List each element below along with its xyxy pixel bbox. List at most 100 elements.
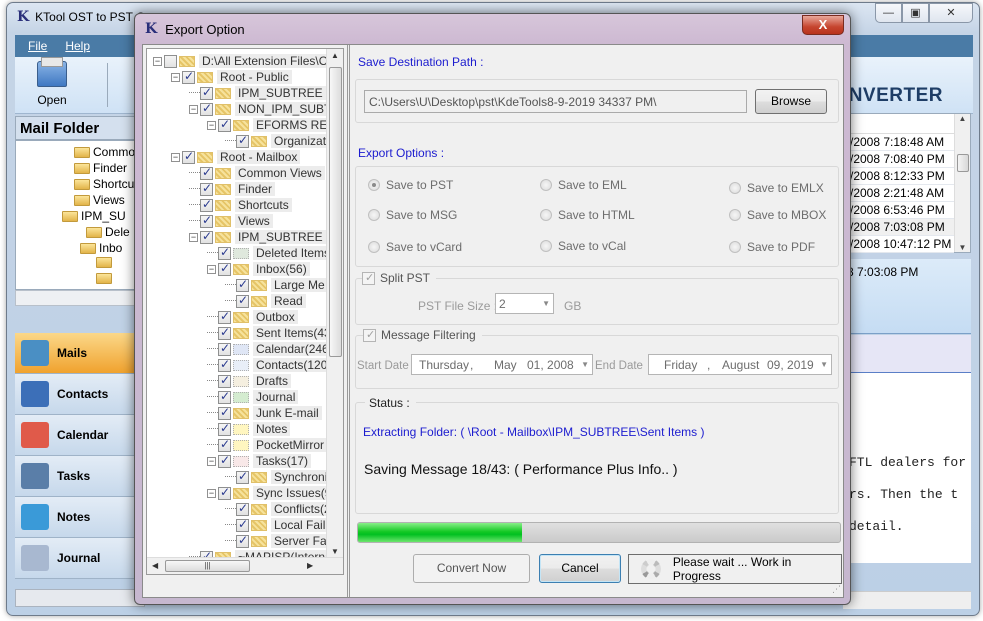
collapse-icon[interactable]: − [207,264,216,274]
scroll-right-icon[interactable]: ▶ [307,561,313,570]
tree-item[interactable]: Synchroni [225,469,331,485]
collapse-icon[interactable]: − [207,488,216,498]
collapse-icon[interactable]: − [153,56,162,66]
tree-item-checkbox[interactable] [218,325,231,340]
nav-item-contacts[interactable]: Contacts [15,374,145,415]
message-list-scrollbar[interactable]: ▲ ▼ [954,114,970,252]
tree-item[interactable]: − IPM_SUBTREE [189,229,326,245]
tree-item[interactable]: Read [225,293,306,309]
tree-item[interactable]: Notes [207,421,291,437]
tree-item-checkbox[interactable] [218,117,231,132]
tree-item-checkbox[interactable] [218,341,231,356]
scroll-up-icon[interactable]: ▲ [331,51,339,60]
tree-item[interactable]: Common Views [189,165,325,181]
tree-item-checkbox[interactable] [200,229,213,244]
tree-item-checkbox[interactable] [218,405,231,420]
tree-item-checkbox[interactable] [200,165,213,180]
message-row[interactable]: /2008 8:12:33 PM [844,168,954,185]
collapse-icon[interactable]: − [207,456,216,466]
tree-item[interactable]: − Tasks(17) [207,453,312,469]
tree-item[interactable]: Views [189,213,273,229]
export-option-pdf-radio[interactable]: Save to PDF [729,240,815,254]
tree-item[interactable]: Shortcuts [189,197,292,213]
tree-item-checkbox[interactable] [236,293,249,308]
tree-item-checkbox[interactable] [218,261,231,276]
tree-item-checkbox[interactable] [218,357,231,372]
folder-tree-item[interactable]: Views [74,193,125,207]
collapse-icon[interactable]: − [207,120,216,130]
tree-item-checkbox[interactable] [218,389,231,404]
tree-item[interactable]: Drafts [207,373,292,389]
export-option-mbox-radio[interactable]: Save to MBOX [729,208,826,222]
message-row[interactable]: /2008 10:47:12 PM [844,236,954,253]
tree-item[interactable]: Outbox [207,309,298,325]
scroll-thumb[interactable] [957,154,969,172]
menu-help[interactable]: Help [65,39,90,53]
export-option-emlx-radio[interactable]: Save to EMLX [729,181,824,195]
tree-item-checkbox[interactable] [164,54,177,68]
folder-tree-item[interactable]: IPM_SU [62,209,126,223]
collapse-icon[interactable]: − [171,152,180,162]
splitter[interactable] [347,45,350,597]
message-row[interactable]: /2008 6:53:46 PM [844,202,954,219]
scroll-down-icon[interactable]: ▼ [955,243,970,252]
tree-item-checkbox[interactable] [218,485,231,500]
folder-tree-item[interactable]: Common [74,145,142,159]
tree-item[interactable]: − D:\All Extension Files\OST [153,53,343,69]
export-option-eml-radio[interactable]: Save to EML [540,178,627,192]
open-button[interactable]: Open [27,57,77,107]
collapse-icon[interactable]: − [189,232,198,242]
message-row[interactable]: /2008 2:21:48 AM [844,185,954,202]
tree-item[interactable]: − NON_IPM_SUBT [189,101,335,117]
tree-item-checkbox[interactable] [200,213,213,228]
tree-item-checkbox[interactable] [182,149,195,164]
message-row[interactable]: /2008 7:03:08 PM [844,219,954,236]
maximize-button[interactable]: ▣ [902,3,929,23]
tree-item[interactable]: Sent Items(43 [207,325,334,341]
cancel-button[interactable]: Cancel [539,554,621,583]
folder-tree-item[interactable]: Inbo [80,241,122,255]
scroll-down-icon[interactable]: ▼ [331,547,339,556]
dialog-close-button[interactable]: X [802,15,844,35]
tree-item[interactable]: Contacts(120 [207,357,331,373]
tree-item-checkbox[interactable] [236,533,249,548]
nav-item-tasks[interactable]: Tasks [15,456,145,497]
tree-item-checkbox[interactable] [218,309,231,324]
tree-item[interactable]: Conflicts(2 [225,501,334,517]
tree-item[interactable]: − Sync Issues(9 [207,485,335,501]
export-option-vcard-radio[interactable]: Save to vCard [368,240,462,254]
message-filtering-checkbox[interactable]: Message Filtering [363,328,482,342]
tree-item[interactable]: Server Fa [225,533,330,549]
browse-button[interactable]: Browse [755,89,827,114]
nav-item-journal[interactable]: Journal [15,538,145,579]
nav-item-mails[interactable]: Mails [15,333,145,374]
tree-item[interactable]: PocketMirror [207,437,328,453]
scroll-left-icon[interactable]: ◀ [152,561,158,570]
tree-item-checkbox[interactable] [218,437,231,452]
convert-now-button[interactable]: Convert Now [413,554,530,583]
split-pst-checkbox[interactable]: Split PST [362,271,437,285]
message-row[interactable]: /2008 7:18:48 AM [844,134,954,151]
tree-item-checkbox[interactable] [218,453,231,468]
tree-item[interactable]: Deleted Items [207,245,334,261]
collapse-icon[interactable]: − [189,104,198,114]
folder-tree-item[interactable] [96,273,115,284]
tree-item-checkbox[interactable] [218,373,231,388]
tree-item[interactable]: IPM_SUBTREE [189,85,326,101]
tree-item-checkbox[interactable] [200,101,213,116]
scroll-up-icon[interactable]: ▲ [955,114,970,123]
tree-item[interactable]: Organizat [225,133,330,149]
tree-item-checkbox[interactable] [218,245,231,260]
tree-item-checkbox[interactable] [182,69,195,84]
folder-tree-item[interactable]: Dele [86,225,130,239]
folder-tree-hscrollbar[interactable] [15,290,145,306]
tree-item-checkbox[interactable] [236,469,249,484]
nav-item-notes[interactable]: Notes [15,497,145,538]
pst-file-size-select[interactable]: 2 ▼ [495,293,554,314]
folder-tree-item[interactable]: Shortcut [74,177,138,191]
close-window-button[interactable]: ✕ [929,3,973,23]
tree-item-checkbox[interactable] [236,133,249,148]
export-option-vcal-radio[interactable]: Save to vCal [540,239,626,253]
tree-horizontal-scrollbar[interactable]: ◀ ||| ▶ [147,557,343,574]
tree-item-checkbox[interactable] [236,517,249,532]
